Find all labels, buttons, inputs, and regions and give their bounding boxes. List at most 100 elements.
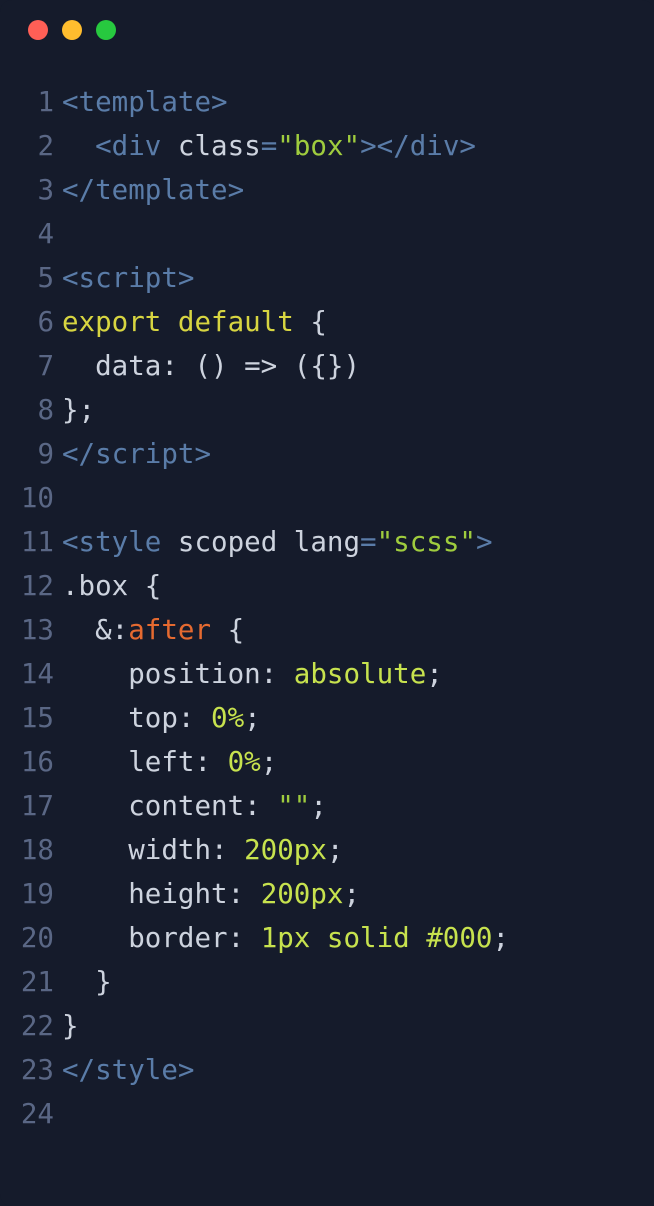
maximize-icon[interactable]	[96, 20, 116, 40]
code-line[interactable]: 16 left: 0%;	[10, 740, 644, 784]
code-content[interactable]: width: 200px;	[62, 828, 343, 872]
code-content[interactable]: </template>	[62, 168, 244, 212]
code-content[interactable]: &:after {	[62, 608, 244, 652]
code-content[interactable]: };	[62, 388, 95, 432]
code-line[interactable]: 2 <div class="box"></div>	[10, 124, 644, 168]
code-line[interactable]: 8};	[10, 388, 644, 432]
code-content[interactable]: top: 0%;	[62, 696, 261, 740]
line-number: 11	[10, 520, 62, 564]
line-number: 23	[10, 1048, 62, 1092]
line-number: 19	[10, 872, 62, 916]
code-line[interactable]: 24	[10, 1092, 644, 1136]
code-content[interactable]: }	[62, 960, 112, 1004]
token: width:	[62, 834, 244, 866]
code-content[interactable]: <script>	[62, 256, 194, 300]
token: 0%	[228, 746, 261, 778]
token: ;	[343, 878, 360, 910]
code-content[interactable]: export default {	[62, 300, 327, 344]
line-number: 10	[10, 476, 62, 520]
code-line[interactable]: 4	[10, 212, 644, 256]
code-line[interactable]: 21 }	[10, 960, 644, 1004]
code-content[interactable]: <div class="box"></div>	[62, 124, 476, 168]
token: {	[294, 306, 327, 338]
line-number: 18	[10, 828, 62, 872]
token: <div	[95, 130, 178, 162]
token: ></div>	[360, 130, 476, 162]
token: </template>	[62, 174, 244, 206]
code-line[interactable]: 1<template>	[10, 80, 644, 124]
token: top:	[62, 702, 211, 734]
token: border:	[62, 922, 261, 954]
token: ;	[261, 746, 278, 778]
code-content[interactable]: border: 1px solid #000;	[62, 916, 509, 960]
token: class	[178, 130, 261, 162]
code-line[interactable]: 22}	[10, 1004, 644, 1048]
line-number: 9	[10, 432, 62, 476]
token: =	[261, 130, 278, 162]
token: .box {	[62, 570, 161, 602]
line-number: 17	[10, 784, 62, 828]
window-titlebar	[0, 0, 654, 60]
code-line[interactable]: 14 position: absolute;	[10, 652, 644, 696]
token: 200px	[244, 834, 327, 866]
token: </	[62, 438, 95, 470]
token: <style	[62, 526, 178, 558]
token: content:	[62, 790, 277, 822]
token: height:	[62, 878, 261, 910]
line-number: 16	[10, 740, 62, 784]
code-line[interactable]: 18 width: 200px;	[10, 828, 644, 872]
code-line[interactable]: 19 height: 200px;	[10, 872, 644, 916]
line-number: 2	[10, 124, 62, 168]
token: export default	[62, 306, 294, 338]
line-number: 8	[10, 388, 62, 432]
code-line[interactable]: 15 top: 0%;	[10, 696, 644, 740]
code-line[interactable]: 13 &:after {	[10, 608, 644, 652]
line-number: 22	[10, 1004, 62, 1048]
line-number: 4	[10, 212, 62, 256]
code-line[interactable]: 20 border: 1px solid #000;	[10, 916, 644, 960]
close-icon[interactable]	[28, 20, 48, 40]
token: <script>	[62, 262, 194, 294]
code-content[interactable]: position: absolute;	[62, 652, 443, 696]
token: 0%	[211, 702, 244, 734]
code-line[interactable]: 9</script>	[10, 432, 644, 476]
line-number: 5	[10, 256, 62, 300]
token: &:	[62, 614, 128, 646]
line-number: 1	[10, 80, 62, 124]
code-line[interactable]: 3</template>	[10, 168, 644, 212]
code-content[interactable]: <style scoped lang="scss">	[62, 520, 493, 564]
minimize-icon[interactable]	[62, 20, 82, 40]
code-line[interactable]: 12.box {	[10, 564, 644, 608]
token: ;	[426, 658, 443, 690]
code-line[interactable]: 6export default {	[10, 300, 644, 344]
code-line[interactable]: 7 data: () => ({})	[10, 344, 644, 388]
code-line[interactable]: 5<script>	[10, 256, 644, 300]
line-number: 21	[10, 960, 62, 1004]
code-line[interactable]: 17 content: "";	[10, 784, 644, 828]
code-content[interactable]: <template>	[62, 80, 228, 124]
token: scoped lang	[178, 526, 360, 558]
token: </style>	[62, 1054, 194, 1086]
code-content[interactable]: }	[62, 1004, 79, 1048]
code-line[interactable]: 10	[10, 476, 644, 520]
token	[62, 130, 95, 162]
code-editor[interactable]: 1<template>2 <div class="box"></div>3</t…	[0, 60, 654, 1136]
code-content[interactable]: .box {	[62, 564, 161, 608]
token: }	[62, 966, 112, 998]
line-number: 6	[10, 300, 62, 344]
code-content[interactable]: data: () => ({})	[62, 344, 360, 388]
code-line[interactable]: 11<style scoped lang="scss">	[10, 520, 644, 564]
token: 1px solid #000	[261, 922, 493, 954]
code-content[interactable]: height: 200px;	[62, 872, 360, 916]
token: "box"	[277, 130, 360, 162]
line-number: 14	[10, 652, 62, 696]
token: ;	[327, 834, 344, 866]
code-content[interactable]: </style>	[62, 1048, 194, 1092]
code-content[interactable]: left: 0%;	[62, 740, 277, 784]
line-number: 12	[10, 564, 62, 608]
token: absolute	[294, 658, 426, 690]
code-content[interactable]: content: "";	[62, 784, 327, 828]
code-content[interactable]: </script>	[62, 432, 211, 476]
code-line[interactable]: 23</style>	[10, 1048, 644, 1092]
token: {	[211, 614, 244, 646]
